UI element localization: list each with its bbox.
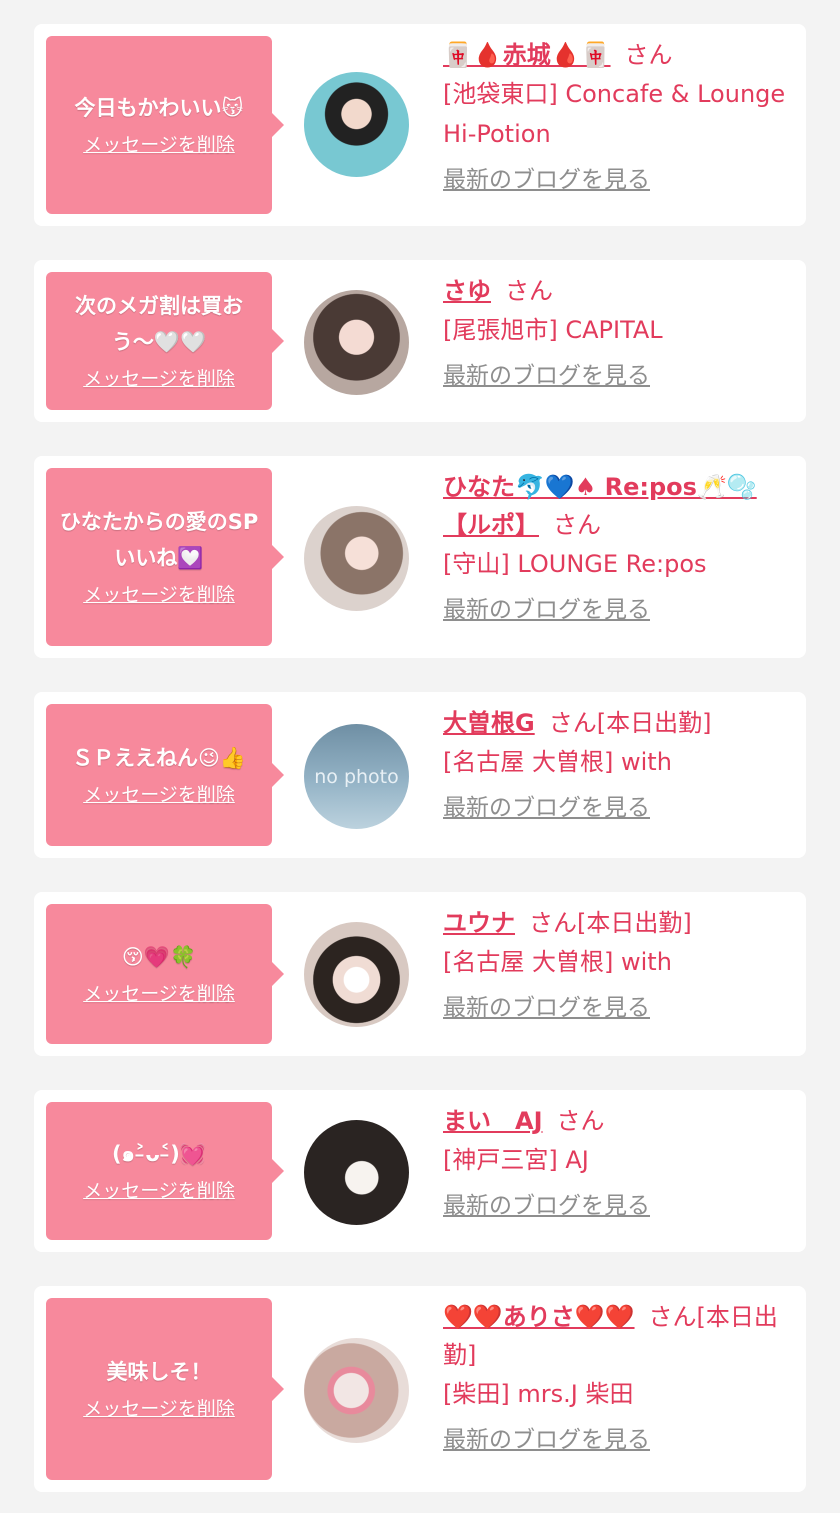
shop-label: [名古屋 大曽根] with [443,748,672,776]
list-item: ＳＰええねん😉👍 メッセージを削除 no photo 大曽根G さん[本日出勤] … [34,692,806,858]
latest-blog-link[interactable]: 最新のブログを見る [443,160,650,194]
honorific: さん [556,1107,605,1135]
message-text: (๑˃̵ᴗ˂̵)💓 [111,1142,207,1166]
list-item: 😚💗🍀 メッセージを削除 ユウナ さん[本日出勤] [名古屋 大曽根] with … [34,892,806,1056]
profile-info: さゆ さん [尾張旭市] CAPITAL 最新のブログを見る [443,272,788,390]
profile-info: ひなた🐬💙♠ Re:pos🥂🫧【ルポ】 さん [守山] LOUNGE Re:pos… [443,468,788,624]
delete-message-link[interactable]: メッセージを削除 [83,1176,235,1206]
profile-info: ユウナ さん[本日出勤] [名古屋 大曽根] with 最新のブログを見る [443,904,788,1022]
profile-info: ❤️❤️ありさ❤️❤️ さん[本日出勤] [柴田] mrs.J 柴田 最新のブログ… [443,1298,788,1454]
cast-name-link[interactable]: ❤️❤️ありさ❤️❤️ [443,1303,635,1331]
latest-blog-link[interactable]: 最新のブログを見る [443,788,650,822]
message-bubble: ＳＰええねん😉👍 メッセージを削除 [46,704,284,846]
message-bubble: (๑˃̵ᴗ˂̵)💓 メッセージを削除 [46,1102,284,1240]
latest-blog-link[interactable]: 最新のブログを見る [443,1186,650,1220]
message-text: 😚💗🍀 [121,945,197,969]
latest-blog-link[interactable]: 最新のブログを見る [443,988,650,1022]
name-line: 大曽根G さん[本日出勤] [443,704,788,742]
latest-blog-link[interactable]: 最新のブログを見る [443,1420,650,1454]
honorific: さん[本日出勤] [548,709,712,737]
list-item: 美味しそ！ メッセージを削除 ❤️❤️ありさ❤️❤️ さん[本日出勤] [柴田] … [34,1286,806,1492]
shop-label: [守山] LOUNGE Re:pos [443,550,707,578]
delete-message-link[interactable]: メッセージを削除 [83,1394,235,1424]
latest-blog-link[interactable]: 最新のブログを見る [443,356,650,390]
name-line: ユウナ さん[本日出勤] [443,904,788,942]
list-item: ひなたからの愛のSPいいね💟 メッセージを削除 ひなた🐬💙♠ Re:pos🥂🫧【… [34,456,806,658]
latest-blog-link[interactable]: 最新のブログを見る [443,590,650,624]
delete-message-link[interactable]: メッセージを削除 [83,130,235,160]
avatar[interactable] [304,1120,409,1225]
message-bubble: 美味しそ！ メッセージを削除 [46,1298,284,1480]
cast-name-link[interactable]: ユウナ [443,909,515,937]
shop-label: [池袋東口] Concafe & Lounge Hi-Potion [443,80,786,148]
profile-info: 🀄🩸赤城🩸🀄 さん [池袋東口] Concafe & Lounge Hi-Poti… [443,36,788,194]
cast-name-link[interactable]: 🀄🩸赤城🩸🀄 [443,41,611,69]
shop-label: [名古屋 大曽根] with [443,948,672,976]
name-line: 🀄🩸赤城🩸🀄 さん [443,36,788,74]
avatar[interactable] [304,72,409,177]
name-line: さゆ さん [443,272,788,310]
shop-label: [神戸三宮] AJ [443,1146,589,1174]
avatar-no-photo[interactable]: no photo [304,724,409,829]
honorific: さん [505,277,553,305]
message-bubble: 次のメガ割は買おう〜🤍🤍 メッセージを削除 [46,272,284,410]
cast-name-link[interactable]: まい AJ [443,1107,543,1135]
delete-message-link[interactable]: メッセージを削除 [83,580,235,610]
message-list: 今日もかわいい😽 メッセージを削除 🀄🩸赤城🩸🀄 さん [池袋東口] Concaf… [0,0,840,1513]
honorific: さん[本日出勤] [529,909,692,937]
list-item: 次のメガ割は買おう〜🤍🤍 メッセージを削除 さゆ さん [尾張旭市] CAPITA… [34,260,806,422]
avatar[interactable] [304,506,409,611]
shop-label: [柴田] mrs.J 柴田 [443,1380,634,1408]
shop-label: [尾張旭市] CAPITAL [443,316,663,344]
message-text: 美味しそ！ [106,1360,212,1384]
avatar[interactable] [304,290,409,395]
delete-message-link[interactable]: メッセージを削除 [83,364,235,394]
message-text: ひなたからの愛のSPいいね💟 [59,510,259,570]
message-text: 次のメガ割は買おう〜🤍🤍 [75,294,243,354]
name-line: まい AJ さん [443,1102,788,1140]
no-photo-label: no photo [314,765,399,788]
message-bubble: ひなたからの愛のSPいいね💟 メッセージを削除 [46,468,284,646]
delete-message-link[interactable]: メッセージを削除 [83,979,235,1009]
cast-name-link[interactable]: 大曽根G [443,709,535,737]
list-item: 今日もかわいい😽 メッセージを削除 🀄🩸赤城🩸🀄 さん [池袋東口] Concaf… [34,24,806,226]
honorific: さん [624,41,673,69]
delete-message-link[interactable]: メッセージを削除 [83,780,235,810]
cast-name-link[interactable]: さゆ [443,277,491,305]
name-line: ❤️❤️ありさ❤️❤️ さん[本日出勤] [443,1298,788,1374]
avatar[interactable] [304,922,409,1027]
message-bubble: 😚💗🍀 メッセージを削除 [46,904,284,1044]
message-bubble: 今日もかわいい😽 メッセージを削除 [46,36,284,214]
profile-info: まい AJ さん [神戸三宮] AJ 最新のブログを見る [443,1102,788,1220]
name-line: ひなた🐬💙♠ Re:pos🥂🫧【ルポ】 さん [443,468,788,544]
message-text: 今日もかわいい😽 [74,96,244,120]
profile-info: 大曽根G さん[本日出勤] [名古屋 大曽根] with 最新のブログを見る [443,704,788,822]
message-text: ＳＰええねん😉👍 [71,746,247,770]
avatar[interactable] [304,1338,409,1443]
honorific: さん [553,511,601,539]
list-item: (๑˃̵ᴗ˂̵)💓 メッセージを削除 まい AJ さん [神戸三宮] AJ 最新の… [34,1090,806,1252]
